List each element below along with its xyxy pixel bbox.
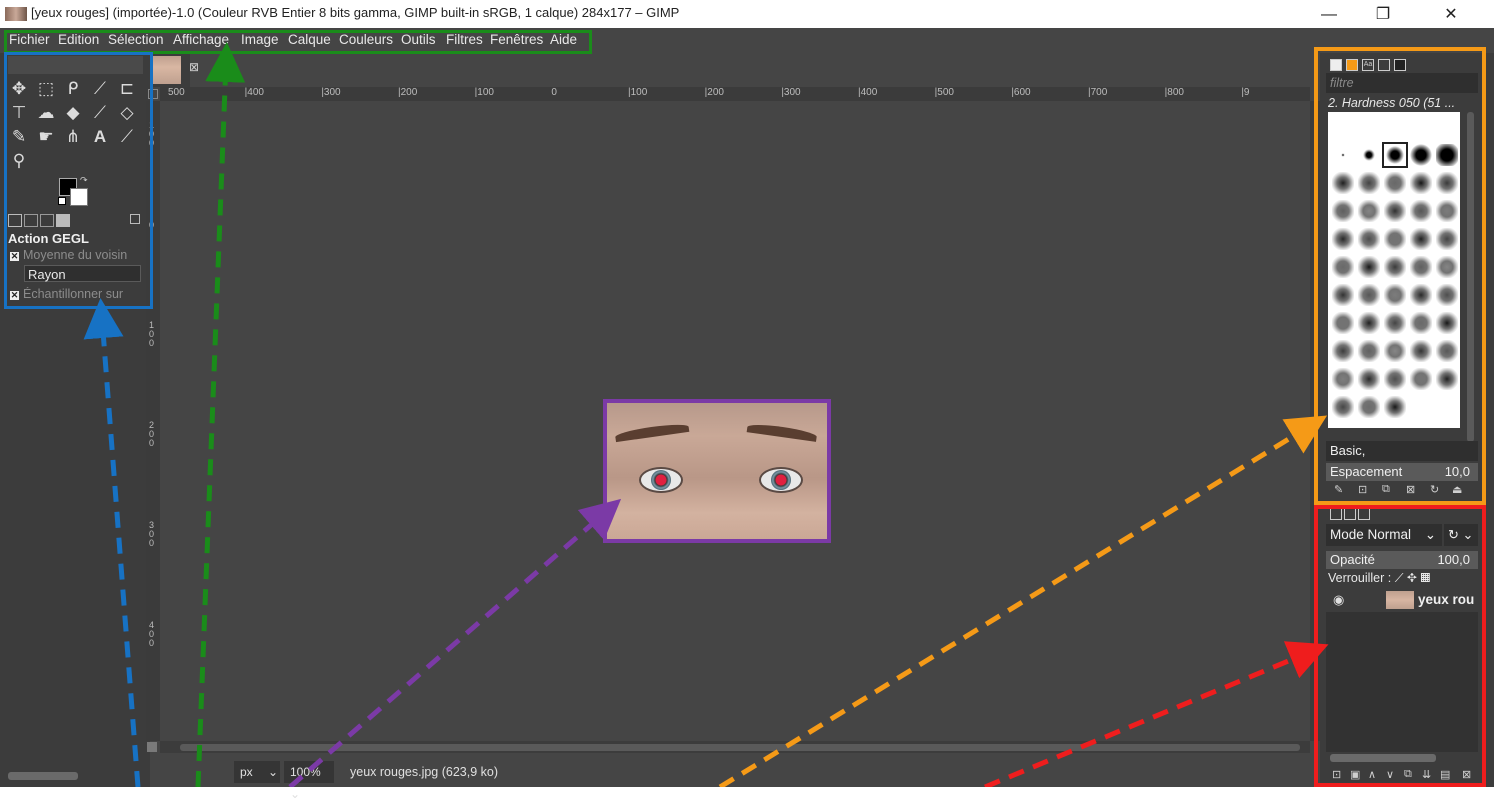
zoom-value: 100% — [290, 765, 321, 779]
maximize-button[interactable]: ❐ — [1360, 2, 1406, 28]
zoom-select[interactable]: 100% ⌄ — [284, 761, 334, 801]
annotation-toolbox-box — [4, 52, 153, 309]
ruler-tick-label: |300 — [321, 87, 341, 98]
navigate-icon[interactable] — [147, 742, 157, 752]
annotation-layers-box — [1314, 505, 1486, 787]
chevron-down-icon: ⌄ — [290, 787, 301, 801]
ruler-tick-label: |300 — [781, 87, 801, 98]
annotation-brushes-box — [1314, 47, 1486, 505]
scrollbar-thumb[interactable] — [180, 744, 1300, 751]
ruler-tick-label: |400 — [244, 87, 264, 98]
horizontal-ruler[interactable]: 500 |400 |300 |200 |100 0 |100 |200 |300 |400 |500… — [160, 87, 1310, 101]
annotation-menubar-box — [4, 30, 592, 54]
ruler-tick-label: |100 — [474, 87, 494, 98]
unit-select[interactable]: px ⌄ — [234, 761, 280, 783]
ruler-tick-label: |500 — [934, 87, 954, 98]
close-button[interactable]: ✕ — [1428, 2, 1474, 28]
ruler-tick-label: |100 — [628, 87, 648, 98]
ruler-tick-label: |400 — [858, 87, 878, 98]
ruler-tick-label: 3 0 0 — [149, 520, 155, 548]
ruler-tick-label: 2 0 0 — [149, 420, 155, 448]
close-tab-icon[interactable]: ⊠ — [189, 60, 199, 74]
status-file-info: yeux rouges.jpg (623,9 ko) — [350, 765, 499, 779]
image-tab-thumbnail[interactable] — [153, 56, 181, 84]
ruler-tick-label: |800 — [1164, 87, 1184, 98]
ruler-tick-label: |600 — [1011, 87, 1031, 98]
ruler-tick-label: |200 — [398, 87, 418, 98]
ruler-tick-label: |200 — [704, 87, 724, 98]
unit-value: px — [240, 765, 253, 779]
chevron-down-icon: ⌄ — [268, 765, 279, 779]
gimp-app-icon — [5, 7, 27, 21]
minimize-button[interactable]: — — [1306, 2, 1352, 28]
ruler-tick-label: 4 0 0 — [149, 620, 155, 648]
ruler-tick-label: |700 — [1088, 87, 1108, 98]
ruler-tick-label: 1 0 0 — [149, 320, 155, 348]
ruler-tick-label: 0 — [551, 87, 557, 98]
toolbox-scrollbar[interactable] — [8, 772, 78, 780]
ruler-tick-label: |9 — [1241, 87, 1250, 98]
ruler-tick-label: 500 — [168, 87, 185, 98]
annotation-image-box — [603, 399, 831, 543]
window-title: [yeux rouges] (importée)-1.0 (Couleur RV… — [31, 5, 680, 20]
